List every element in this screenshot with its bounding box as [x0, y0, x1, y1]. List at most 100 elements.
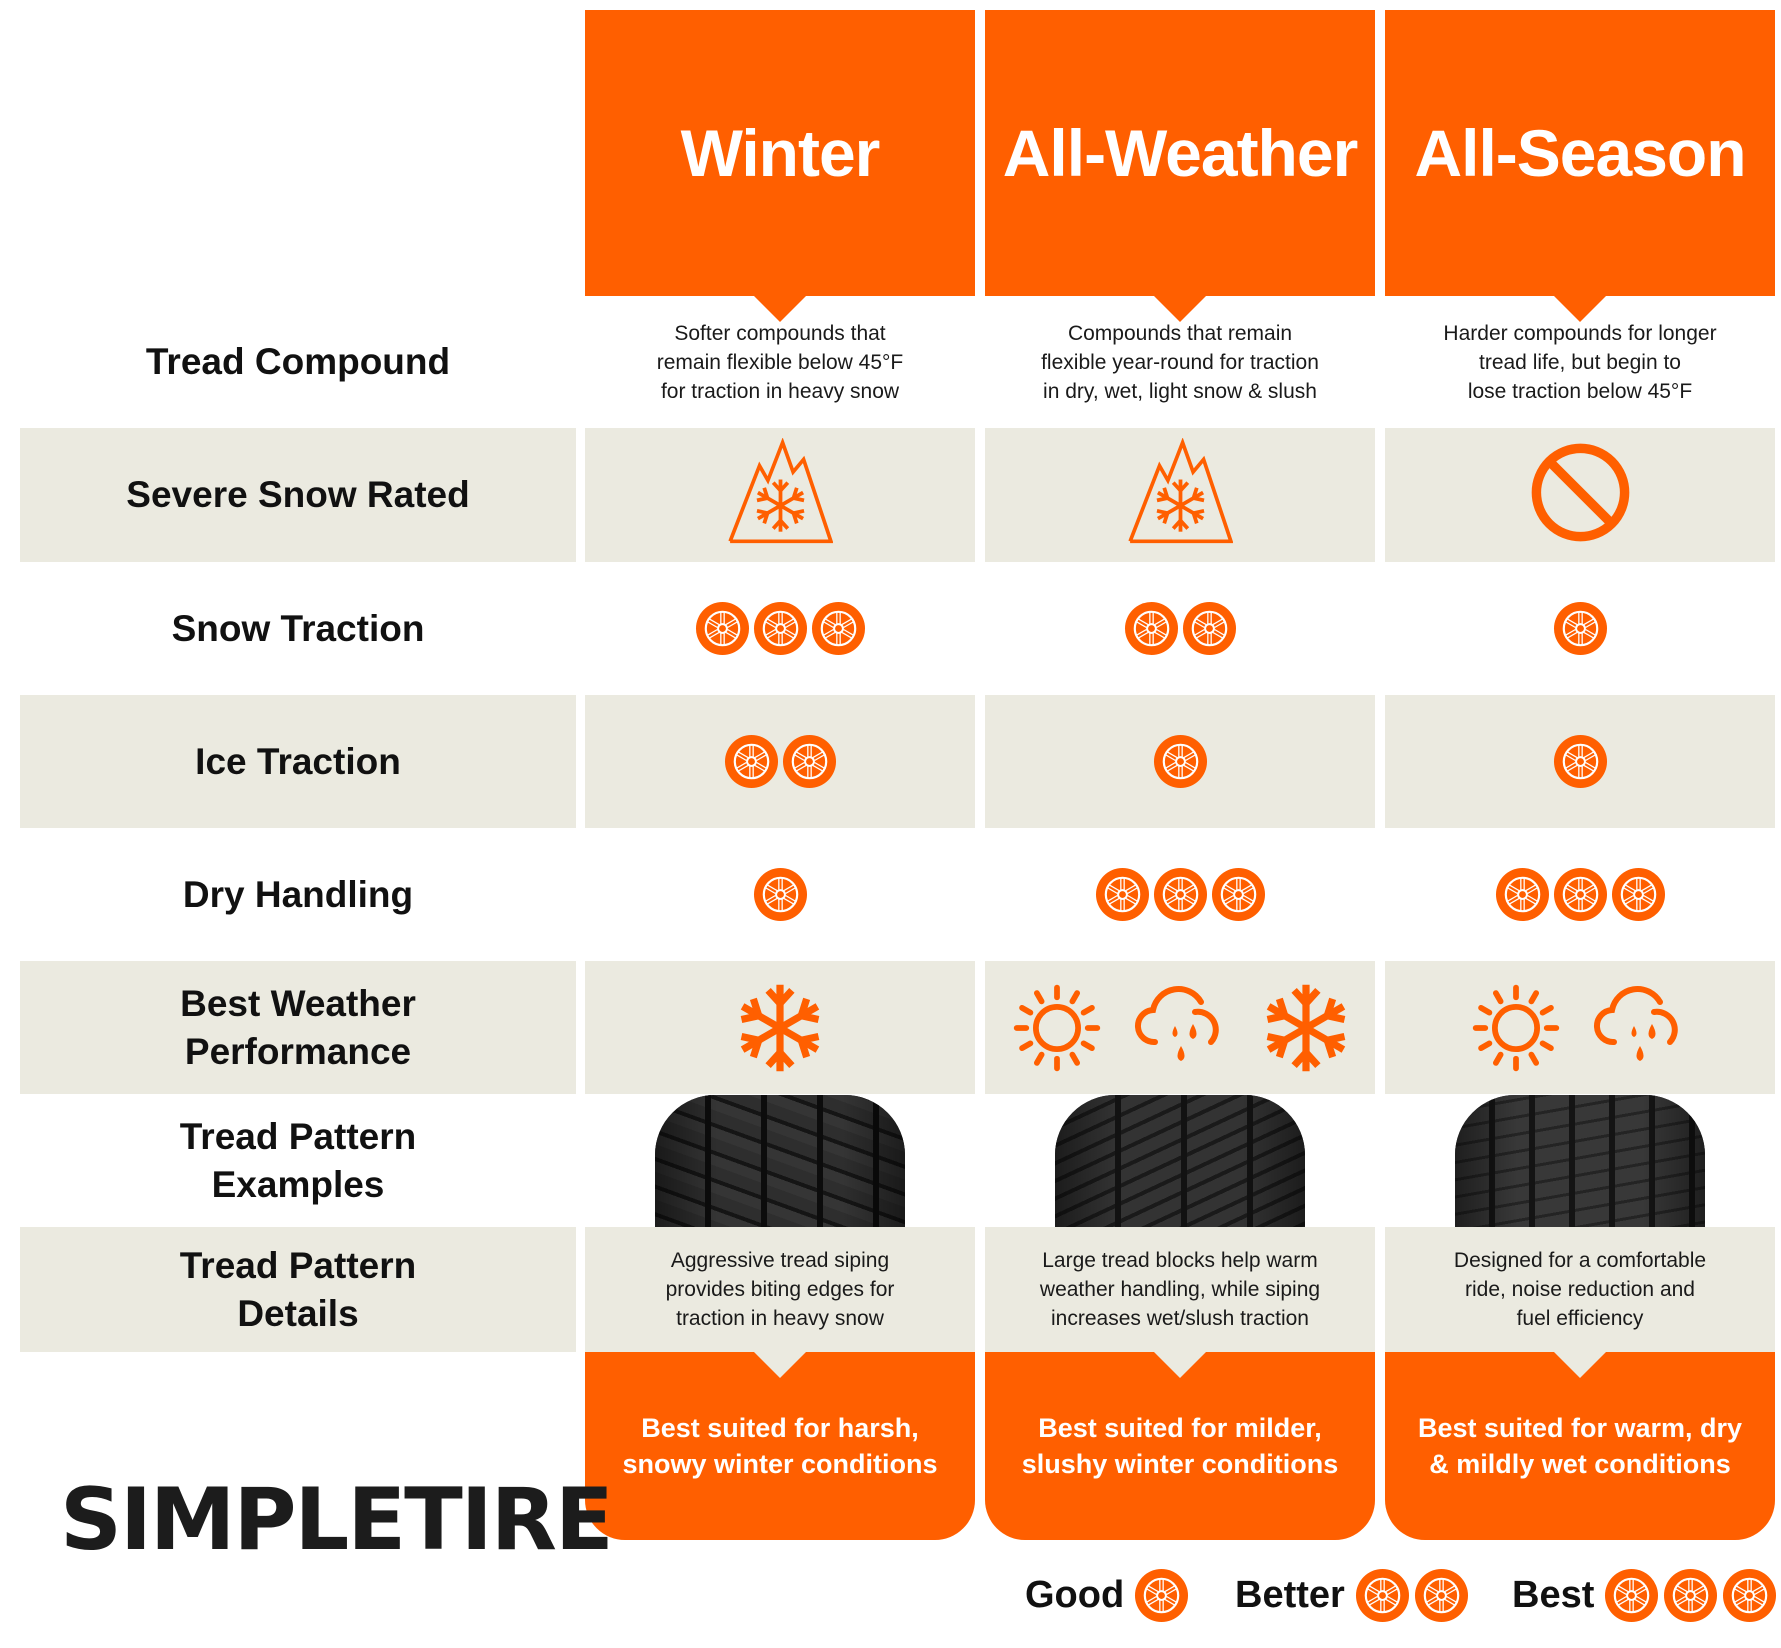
tread-compound-line: in dry, wet, light snow & slush — [1043, 379, 1317, 403]
tread-details-cell: Designed for a comfortable ride, noise r… — [1385, 1227, 1775, 1352]
tire-icon — [1211, 867, 1265, 922]
tread-example-cell — [1385, 1094, 1775, 1227]
row-label-text: Severe Snow Rated — [126, 474, 470, 515]
best-weather-cell — [585, 961, 975, 1094]
ice-traction-cell — [585, 695, 975, 828]
row-label-best-weather: Best Weather Performance — [20, 961, 576, 1094]
dry-handling-rating — [1095, 867, 1266, 922]
ice-traction-cell — [985, 695, 1375, 828]
tread-details-line: traction in heavy snow — [676, 1307, 884, 1330]
row-label-dry-handling: Dry Handling — [20, 828, 576, 961]
details-pointer — [1154, 1352, 1206, 1378]
tread-compound-cell: Harder compounds for longer tread life, … — [1385, 296, 1775, 428]
sun-icon — [1472, 984, 1560, 1071]
tire-icon — [1611, 867, 1665, 922]
tread-compound-line: Harder compounds for longer — [1443, 321, 1717, 345]
legend-best: Best — [1512, 1568, 1777, 1623]
row-label-text: Tread Pattern — [179, 1115, 417, 1157]
tire-icon — [724, 734, 778, 789]
sun-icon — [1013, 984, 1101, 1071]
tread-details-line: weather handling, while siping — [1039, 1278, 1321, 1301]
tread-compound-line: Softer compounds that — [674, 321, 886, 345]
tire-icon — [753, 867, 807, 922]
tire-icon — [1153, 867, 1207, 922]
snow-traction-cell — [585, 562, 975, 695]
severe-snow-cell — [1385, 428, 1775, 562]
column-title: All-Season — [1414, 116, 1746, 190]
row-label-text: Performance — [184, 1030, 412, 1072]
tread-details-line: Designed for a comfortable — [1453, 1249, 1707, 1272]
tire-icon — [1135, 1568, 1189, 1623]
row-label-text: Examples — [211, 1163, 385, 1205]
tire-icon — [1553, 601, 1607, 656]
tread-compound-cell: Compounds that remain flexible year-roun… — [985, 296, 1375, 428]
severe-snow-cell — [985, 428, 1375, 562]
tread-compound-line: remain flexible below 45°F — [656, 350, 904, 374]
tire-icon — [1182, 601, 1236, 656]
tread-example-cell — [985, 1094, 1375, 1227]
tread-compound-line: lose traction below 45°F — [1467, 379, 1693, 403]
rain-cloud-icon — [1594, 985, 1678, 1061]
tire-icon — [1723, 1568, 1777, 1623]
best-weather-cell — [985, 961, 1375, 1094]
ice-traction-rating — [724, 734, 837, 789]
column-title: All-Weather — [1002, 116, 1359, 190]
summary-line: Best suited for warm, dry — [1417, 1413, 1743, 1443]
winter-tread-pattern — [655, 1095, 905, 1227]
column-title: Winter — [680, 116, 881, 190]
tire-icon — [1095, 867, 1149, 922]
tire-icon — [1553, 867, 1607, 922]
tread-compound-line: flexible year-round for traction — [1041, 350, 1319, 374]
row-label-text: Ice Traction — [195, 740, 401, 782]
legend-label: Good — [1025, 1574, 1125, 1616]
tire-icon — [695, 601, 749, 656]
dry-handling-cell — [1385, 828, 1775, 961]
row-label-text: Tread Compound — [145, 341, 451, 382]
tread-details-line: Large tread blocks help warm — [1042, 1249, 1318, 1272]
snowflake-icon — [1266, 984, 1346, 1071]
legend-label: Best — [1512, 1574, 1595, 1616]
summary-panel: Best suited for harsh, snowy winter cond… — [585, 1352, 975, 1540]
row-label-snow-traction: Snow Traction — [20, 562, 576, 695]
mountain-snowflake-icon — [727, 436, 833, 543]
row-label-text: Details — [237, 1292, 359, 1334]
tread-compound-line: tread life, but begin to — [1479, 350, 1681, 374]
header-pointer — [754, 296, 806, 322]
summary-line: slushy winter conditions — [1021, 1449, 1339, 1479]
tread-details-cell: Large tread blocks help warm weather han… — [985, 1227, 1375, 1352]
ice-traction-rating — [1153, 734, 1208, 789]
tire-icon — [1414, 1568, 1468, 1623]
column-header: All-Weather — [985, 10, 1375, 296]
summary-line: Best suited for milder, — [1038, 1413, 1322, 1443]
row-label-text: Tread Pattern — [179, 1244, 417, 1286]
tread-details-line: increases wet/slush traction — [1051, 1307, 1309, 1330]
rain-cloud-icon — [1135, 985, 1219, 1061]
legend-label: Better — [1235, 1574, 1345, 1616]
all-season-tread-pattern — [1455, 1095, 1705, 1227]
snow-traction-rating — [1553, 601, 1608, 656]
legend-better: Better — [1235, 1568, 1469, 1623]
tread-details-line: provides biting edges for — [665, 1278, 895, 1301]
column-header: All-Season — [1385, 10, 1775, 296]
column-header: Winter — [585, 10, 975, 296]
tire-icon — [1553, 734, 1607, 789]
summary-panel: Best suited for milder, slushy winter co… — [985, 1352, 1375, 1540]
ice-traction-cell — [1385, 695, 1775, 828]
tire-icon — [753, 601, 807, 656]
row-label-tread-details: Tread Pattern Details — [20, 1227, 576, 1352]
dry-handling-rating — [753, 867, 808, 922]
row-label-tread-examples: Tread Pattern Examples — [20, 1094, 576, 1227]
row-label-text: Best Weather — [180, 982, 416, 1024]
tread-details-line: Aggressive tread siping — [670, 1249, 890, 1272]
tread-details-line: fuel efficiency — [1516, 1307, 1644, 1330]
header-pointer — [1554, 296, 1606, 322]
snow-traction-rating — [1124, 601, 1237, 656]
dry-handling-cell — [985, 828, 1375, 961]
row-label-ice-traction: Ice Traction — [20, 695, 576, 828]
row-label-severe-snow-rated: Severe Snow Rated — [20, 428, 576, 562]
summary-line: snowy winter conditions — [622, 1449, 938, 1479]
mountain-snowflake-icon — [1127, 436, 1233, 543]
dry-handling-rating — [1495, 867, 1666, 922]
tread-compound-line: Compounds that remain — [1067, 321, 1293, 345]
snow-traction-rating — [695, 601, 866, 656]
